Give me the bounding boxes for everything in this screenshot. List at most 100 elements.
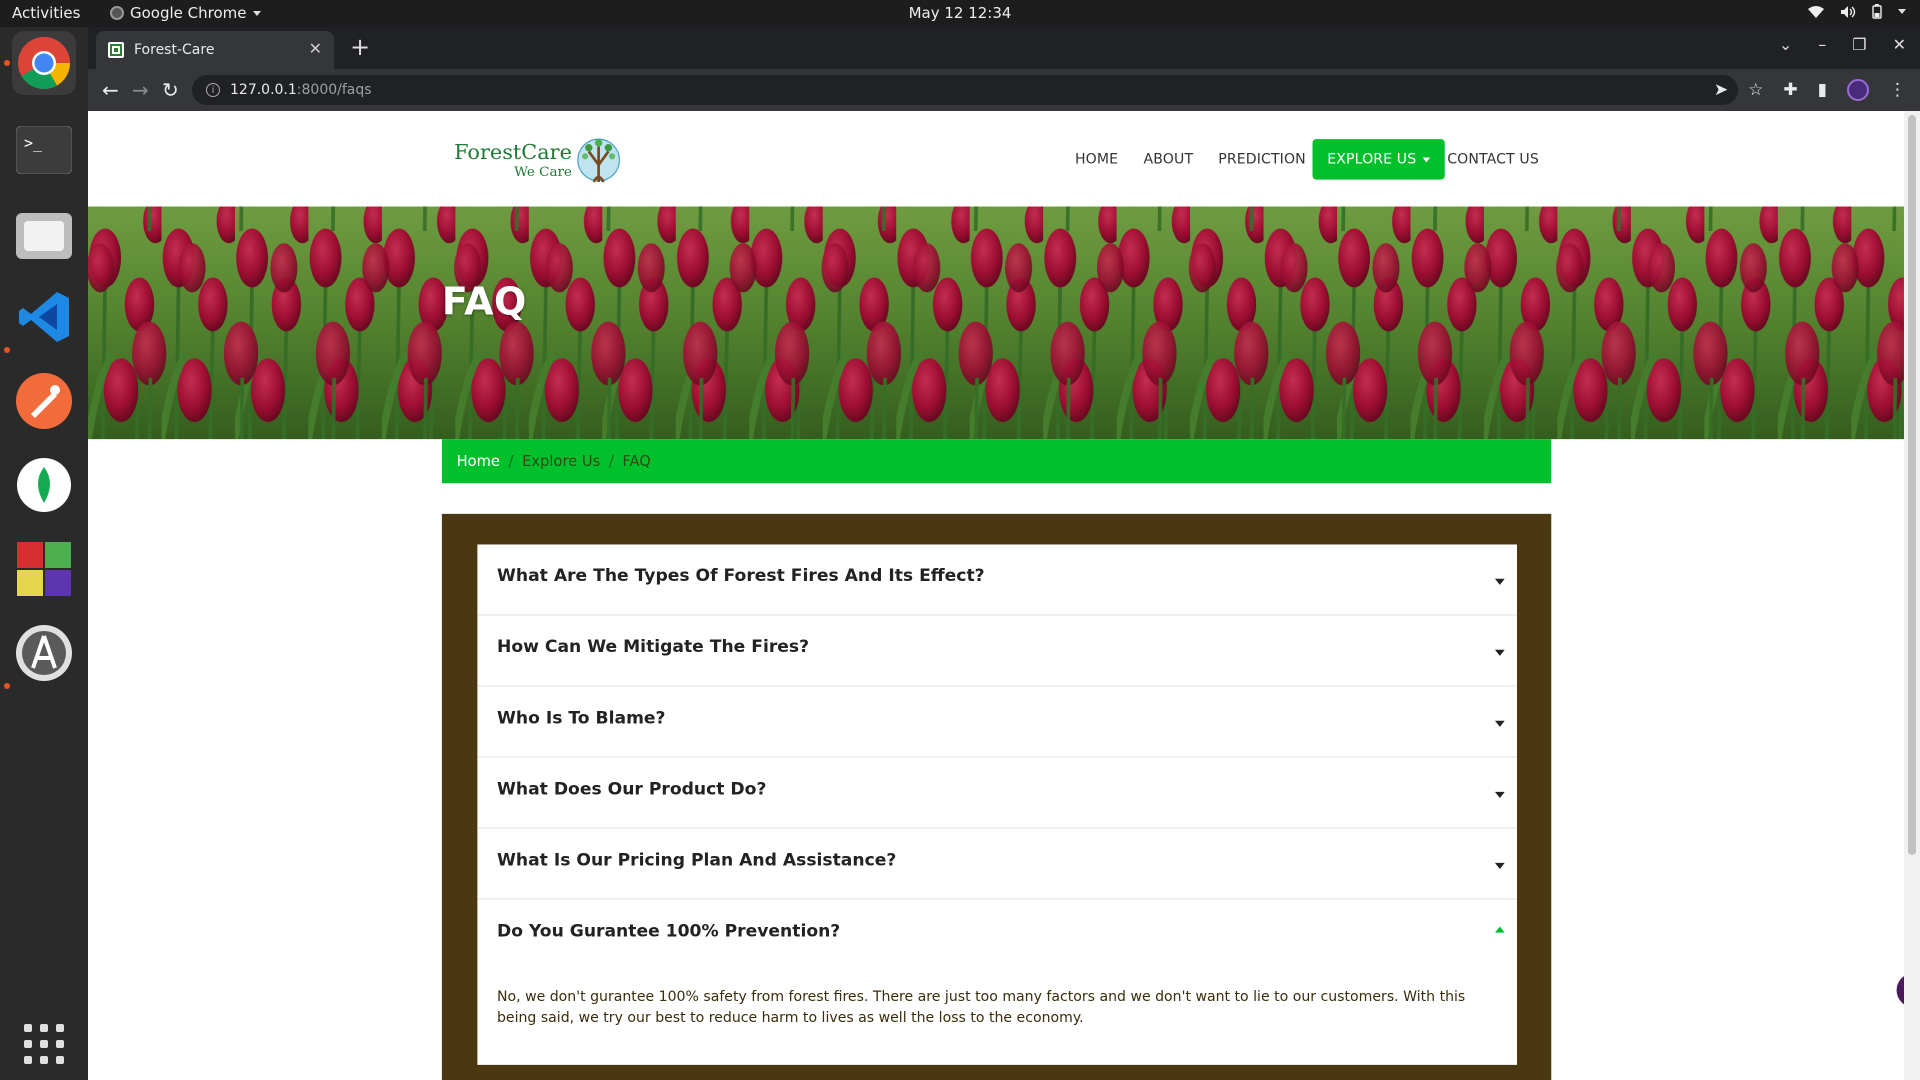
terminal-icon: >_ [16,126,72,174]
dock-chrome[interactable] [12,31,76,95]
dock-running-indicator [4,60,10,66]
nav-home[interactable]: HOME [1075,139,1118,179]
faq-answer: No, we don't gurantee 100% safety from f… [496,987,1466,1026]
nav-explore-dropdown[interactable]: EXPLORE US [1312,139,1445,180]
app-menu-label: Google Chrome [130,4,247,22]
dock-postman[interactable] [12,369,76,433]
wifi-icon [1808,5,1824,18]
page-title: FAQ [441,279,527,325]
dock-show-applications[interactable] [12,1012,76,1076]
page-scrollbar[interactable] [1904,111,1920,1080]
bookmark-star-icon[interactable]: ☆ [1748,80,1763,100]
faq-section: What Are The Types Of Forest Fires And I… [441,513,1552,1080]
dock-terminal[interactable]: >_ [12,118,76,182]
caret-down-icon [1494,720,1505,727]
dock: >_ [0,27,88,1080]
caret-down-icon [1494,791,1505,798]
profile-avatar[interactable] [1847,79,1869,101]
dock-running-indicator [4,347,10,353]
faq-item[interactable]: What Is Our Pricing Plan And Assistance? [477,829,1517,900]
breadcrumb: Home / Explore Us / FAQ [441,439,1552,484]
minimize-button[interactable]: – [1818,35,1826,54]
faq-item[interactable]: What Does Our Product Do? [477,758,1517,829]
caret-down-icon [1422,156,1430,162]
software-center-icon [16,625,72,681]
faq-item-expanded[interactable]: Do You Gurantee 100% Prevention? [477,900,1517,970]
nav-prediction[interactable]: PREDICTION [1218,139,1306,179]
breadcrumb-separator: / [508,452,514,470]
app-menu[interactable]: Google Chrome [110,4,261,22]
faq-question: What Are The Types Of Forest Fires And I… [496,566,985,587]
site-header: ForestCare We Care HOME ABOUT PREDICTION… [88,111,1904,207]
browser-tab[interactable]: Forest-Care ✕ [96,31,334,69]
browser-menu-icon[interactable]: ⋮ [1889,80,1906,100]
faq-item[interactable]: What Are The Types Of Forest Fires And I… [477,544,1517,616]
faq-item[interactable]: How Can We Mitigate The Fires? [477,615,1517,687]
battery-icon [1872,4,1882,19]
caret-down-icon [1494,862,1505,869]
site-favicon [108,42,124,58]
postman-icon [16,373,72,429]
mongodb-icon [17,458,71,512]
back-arrow-icon[interactable]: ← [102,78,119,102]
vscode-icon [19,292,69,342]
new-tab-button[interactable]: + [350,35,370,59]
tree-logo-icon [577,138,621,183]
volume-icon [1841,5,1856,18]
dock-software-updater[interactable] [12,621,76,685]
colorful-blocks-icon [17,542,71,596]
toolbar-actions: ➤ ☆ ✚ ▮ ⋮ [1714,79,1906,101]
hero-banner: FAQ [88,206,1904,440]
breadcrumb-home[interactable]: Home [457,453,500,470]
breadcrumb-current: FAQ [622,452,651,470]
extensions-puzzle-icon[interactable]: ✚ [1783,80,1797,100]
files-icon [16,213,72,259]
faq-question: Do You Gurantee 100% Prevention? [496,921,841,942]
breadcrumb-explore[interactable]: Explore Us [522,453,600,470]
app-grid-icon [24,1024,64,1064]
faq-question: How Can We Mitigate The Fires? [496,637,810,658]
address-bar[interactable]: i 127.0.0.1:8000/faqs [192,75,1738,105]
activities-button[interactable]: Activities [12,4,80,22]
faq-accordion: What Are The Types Of Forest Fires And I… [477,544,1517,1065]
caret-down-icon [1494,578,1505,585]
dock-running-indicator [4,683,10,689]
close-window-button[interactable]: ✕ [1893,35,1906,54]
faq-question: What Is Our Pricing Plan And Assistance? [496,850,897,871]
chrome-icon [18,37,70,89]
close-tab-icon[interactable]: ✕ [309,39,322,58]
dock-vscode[interactable] [12,285,76,349]
tab-search-chevron-icon[interactable]: ⌄ [1779,35,1792,54]
browser-tab-strip: Forest-Care ✕ + ⌄ – ❐ ✕ [88,27,1920,69]
system-tray[interactable] [1808,4,1906,19]
side-panel-icon[interactable]: ▮ [1818,80,1827,100]
tulip-field-image [88,206,1904,440]
nav-about[interactable]: ABOUT [1144,139,1194,179]
window-controls: ⌄ – ❐ ✕ [1779,35,1906,54]
send-icon[interactable]: ➤ [1714,80,1728,100]
site-info-icon[interactable]: i [206,83,220,97]
reload-icon[interactable]: ↻ [162,78,179,102]
faq-question: Who Is To Blame? [496,708,666,729]
browser-toolbar: ← → ↻ i 127.0.0.1:8000/faqs ➤ ☆ ✚ ▮ ⋮ [88,69,1920,111]
nav-contact[interactable]: CONTACT US [1447,139,1539,179]
caret-down-icon [1494,649,1505,656]
nav-explore-label: EXPLORE US [1327,150,1417,168]
chevron-down-icon [252,10,261,16]
maximize-button[interactable]: ❐ [1852,35,1866,54]
system-top-bar: Activities Google Chrome May 12 12:34 [0,0,1920,27]
scrollbar-thumb[interactable] [1908,115,1916,855]
notification-badge[interactable]: 0 [1896,973,1904,1008]
tab-title: Forest-Care [134,42,215,58]
chrome-small-icon [110,6,124,20]
logo-title: ForestCare [454,139,572,165]
faq-item[interactable]: Who Is To Blame? [477,687,1517,758]
site-logo[interactable]: ForestCare We Care [454,135,621,184]
clock[interactable]: May 12 12:34 [0,4,1920,22]
dock-app-grid-tool[interactable] [12,537,76,601]
dock-mongodb-compass[interactable] [12,453,76,517]
forward-arrow-icon[interactable]: → [132,78,149,102]
url-path: :8000/faqs [296,82,372,98]
caret-up-icon [1494,926,1505,933]
dock-files[interactable] [12,202,76,266]
